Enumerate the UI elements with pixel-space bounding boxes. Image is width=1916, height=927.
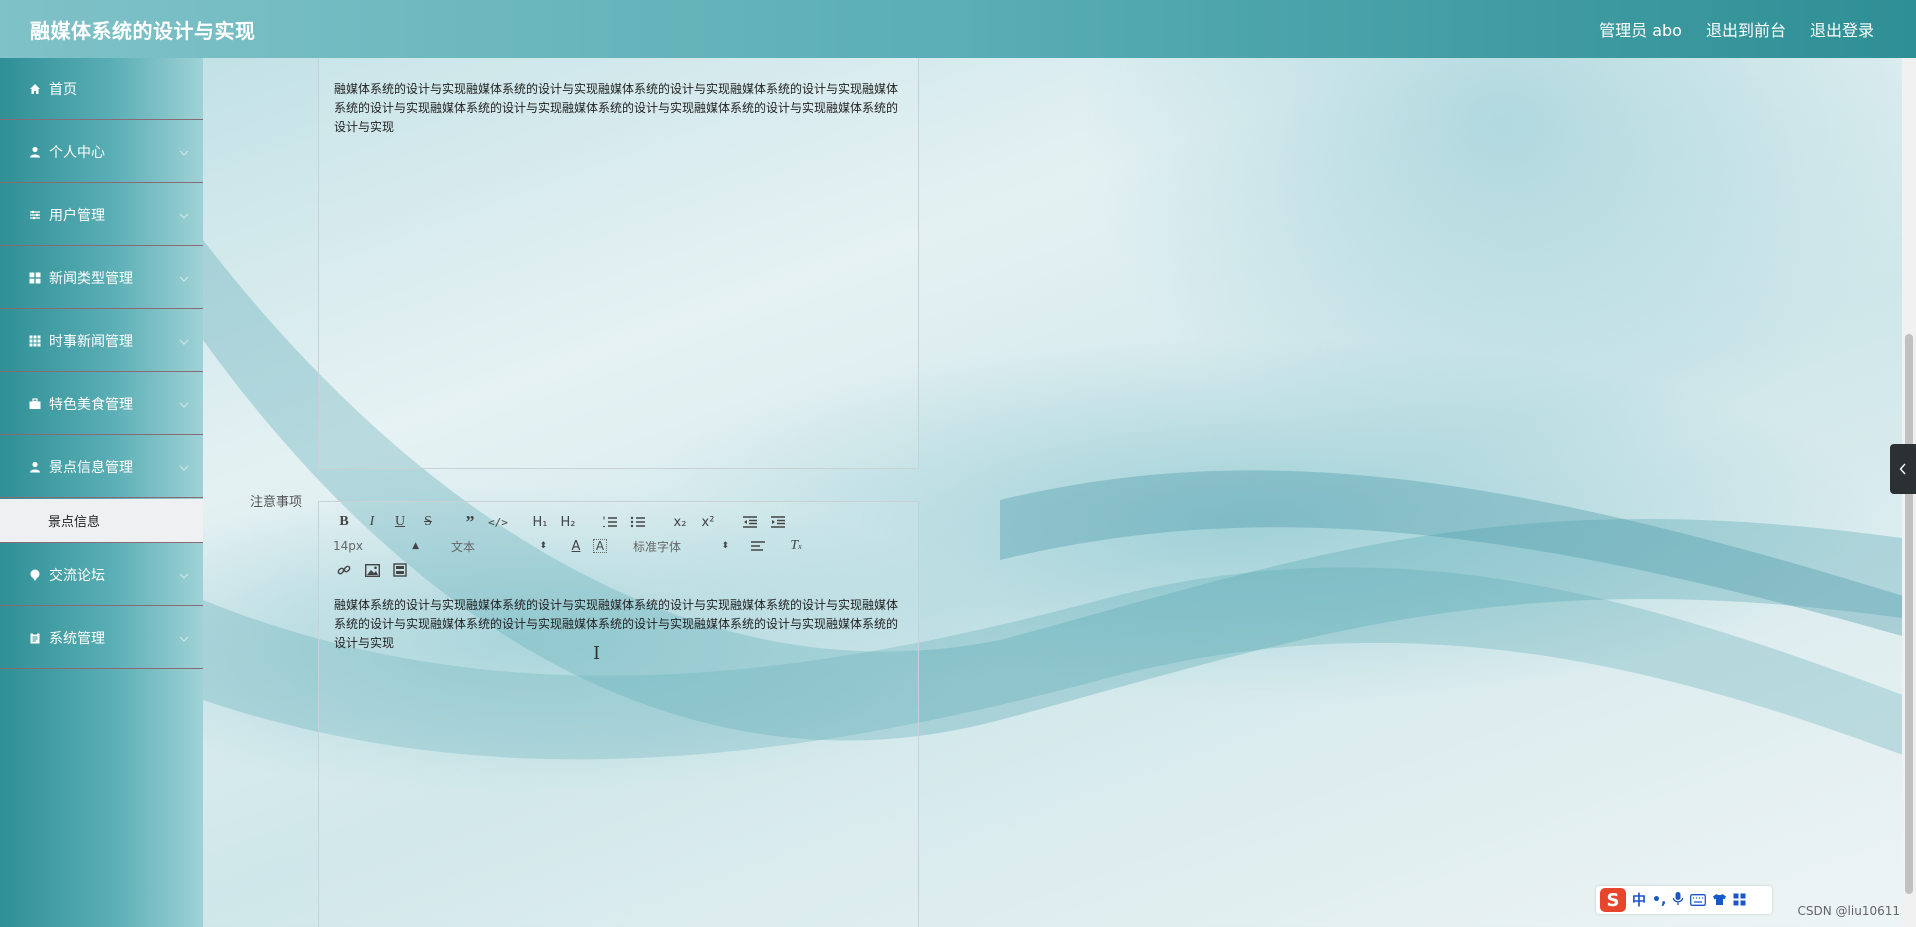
chevron-down-icon <box>179 333 189 349</box>
chevron-down-icon <box>179 567 189 583</box>
microphone-icon[interactable] <box>1672 891 1684 910</box>
logout-link[interactable]: 退出登录 <box>1810 17 1874 41</box>
font-size-value: 14px <box>333 539 363 553</box>
sidebar-item-home[interactable]: 首页 <box>0 58 203 120</box>
chevron-up-icon <box>179 459 189 475</box>
sidebar-item-news-type[interactable]: 新闻类型管理 <box>0 247 203 309</box>
text-type-select[interactable]: 文本 ⬍ <box>451 538 547 555</box>
image-icon[interactable] <box>361 560 383 580</box>
skin-shirt-icon[interactable] <box>1712 891 1727 910</box>
blockquote-icon[interactable]: ” <box>459 512 481 532</box>
sliders-icon <box>28 208 41 221</box>
clear-format-icon[interactable]: Tx <box>785 536 807 556</box>
app-title: 融媒体系统的设计与实现 <box>30 18 256 43</box>
outdent-icon[interactable] <box>739 512 761 532</box>
sidebar-item-label: 首页 <box>49 81 77 98</box>
select-arrows-icon: ⬍ <box>539 541 547 551</box>
underline-icon[interactable]: U <box>389 512 411 532</box>
font-color-icon[interactable]: A <box>565 536 587 556</box>
sidebar-item-food[interactable]: 特色美食管理 <box>0 373 203 435</box>
sidebar-item-label: 时事新闻管理 <box>49 333 133 350</box>
keyboard-icon[interactable] <box>1690 891 1707 910</box>
notes-editor[interactable]: B I U S ” </> H₁ H₂ x₂ x² 14px ▲ 文本 ⬍ A … <box>318 501 919 927</box>
sidebar-item-personal-center[interactable]: 个人中心 <box>0 121 203 183</box>
person-icon <box>28 460 41 473</box>
chevron-down-icon <box>179 630 189 646</box>
sidebar-item-label: 系统管理 <box>49 630 105 647</box>
notes-label: 注意事项 <box>250 495 303 510</box>
chevron-down-icon <box>179 270 189 286</box>
notes-editor-content[interactable]: 融媒体系统的设计与实现融媒体系统的设计与实现融媒体系统的设计与实现融媒体系统的设… <box>319 582 918 653</box>
header-nav: 管理员 abo 退出到前台 退出登录 <box>1599 17 1874 41</box>
clipboard-icon <box>28 631 41 644</box>
grid-icon <box>28 271 41 284</box>
bullet-list-icon[interactable] <box>627 512 649 532</box>
content-editor-1[interactable]: 融媒体系统的设计与实现融媒体系统的设计与实现融媒体系统的设计与实现融媒体系统的设… <box>318 58 919 469</box>
video-icon[interactable] <box>389 560 411 580</box>
indent-icon[interactable] <box>767 512 789 532</box>
admin-user-label[interactable]: 管理员 abo <box>1599 17 1682 41</box>
sidebar-item-attractions[interactable]: 景点信息管理 <box>0 436 203 498</box>
chevron-down-icon <box>179 396 189 412</box>
briefcase-icon <box>28 397 41 410</box>
collapse-handle[interactable] <box>1890 444 1916 494</box>
toolbox-grid-icon[interactable] <box>1733 891 1746 910</box>
sidebar-item-label: 景点信息管理 <box>49 459 133 476</box>
pin-icon <box>28 568 41 581</box>
text-cursor-icon: I <box>593 643 601 664</box>
sidebar-item-label: 个人中心 <box>49 144 105 161</box>
sidebar-item-label: 特色美食管理 <box>49 396 133 413</box>
heading-2-icon[interactable]: H₂ <box>557 512 579 532</box>
text-type-value: 文本 <box>451 539 476 554</box>
editor-toolbar: B I U S ” </> H₁ H₂ x₂ x² 14px ▲ 文本 ⬍ A … <box>319 502 918 582</box>
scrollbar-thumb[interactable] <box>1905 334 1913 894</box>
person-icon <box>28 145 41 158</box>
sidebar-subitem-attraction-info[interactable]: 景点信息 <box>0 499 203 543</box>
select-arrows-icon: ⬍ <box>721 541 729 551</box>
subscript-icon[interactable]: x₂ <box>669 512 691 532</box>
background-color-icon[interactable]: A <box>593 539 607 553</box>
heading-1-icon[interactable]: H₁ <box>529 512 551 532</box>
chevron-left-icon <box>1899 460 1907 479</box>
background-waves <box>203 240 1916 760</box>
sidebar-item-current-news[interactable]: 时事新闻管理 <box>0 310 203 372</box>
font-family-value: 标准字体 <box>633 539 682 554</box>
sidebar-item-label: 用户管理 <box>49 207 105 224</box>
sidebar-item-user-management[interactable]: 用户管理 <box>0 184 203 246</box>
editor-1-content[interactable]: 融媒体系统的设计与实现融媒体系统的设计与实现融媒体系统的设计与实现融媒体系统的设… <box>319 58 918 137</box>
csdn-watermark: CSDN @liu10611 <box>1797 904 1900 918</box>
strikethrough-icon[interactable]: S <box>417 512 439 532</box>
superscript-icon[interactable]: x² <box>697 512 719 532</box>
italic-icon[interactable]: I <box>361 512 383 532</box>
sidebar-item-label: 新闻类型管理 <box>49 270 133 287</box>
chevron-down-icon <box>179 207 189 223</box>
ime-punct[interactable]: •, <box>1652 892 1666 908</box>
chevron-down-icon <box>179 144 189 160</box>
front-page-link[interactable]: 退出到前台 <box>1706 17 1786 41</box>
select-arrows-icon: ▲ <box>412 541 419 551</box>
sogou-logo-icon: S <box>1600 888 1626 912</box>
ime-mode[interactable]: 中 <box>1632 890 1646 910</box>
ime-toolbar[interactable]: S 中 •, <box>1596 886 1772 914</box>
sidebar-item-forum[interactable]: 交流论坛 <box>0 544 203 606</box>
sidebar: 首页 个人中心 用户管理 新闻类型管理 时事新闻管理 特色美食管理 景点信息管理… <box>0 58 203 927</box>
link-icon[interactable] <box>333 560 355 580</box>
align-icon[interactable] <box>747 536 769 556</box>
bold-icon[interactable]: B <box>333 512 355 532</box>
code-block-icon[interactable]: </> <box>487 512 509 532</box>
sidebar-item-label: 交流论坛 <box>49 567 105 584</box>
ordered-list-icon[interactable] <box>599 512 621 532</box>
top-header: 融媒体系统的设计与实现 管理员 abo 退出到前台 退出登录 <box>0 0 1916 58</box>
font-size-select[interactable]: 14px ▲ <box>333 539 419 553</box>
sidebar-item-system[interactable]: 系统管理 <box>0 607 203 669</box>
grid-dots-icon <box>28 334 41 347</box>
font-family-select[interactable]: 标准字体 ⬍ <box>633 538 729 555</box>
home-icon <box>28 82 41 95</box>
